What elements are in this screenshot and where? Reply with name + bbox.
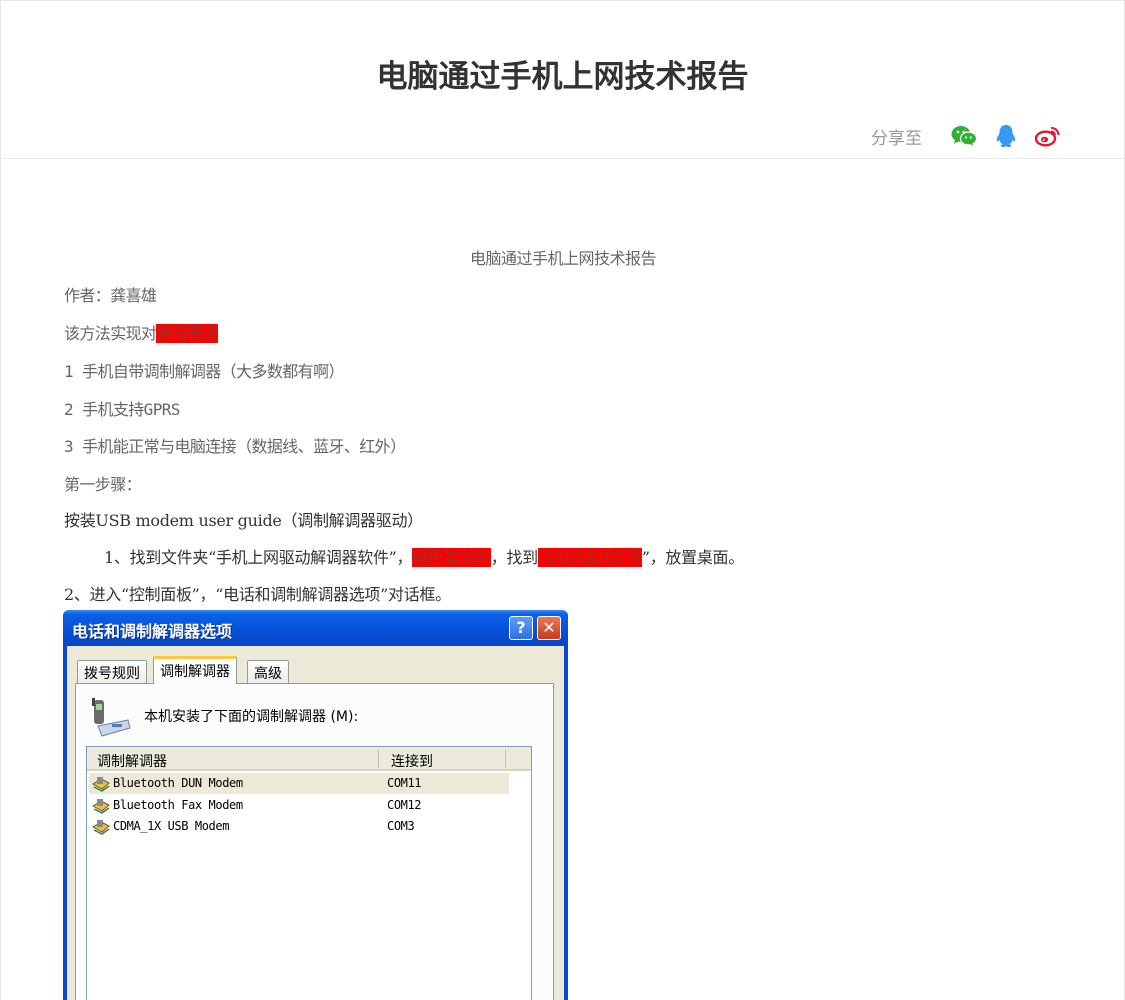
step1-line: 1、找到文件夹“手机上网驱动解调器软件”，解压其文件，找到“DRIVER文件”，… bbox=[104, 544, 744, 568]
column-header-port[interactable]: 连接到 bbox=[391, 751, 433, 771]
share-label: 分享至 bbox=[871, 128, 922, 149]
help-button[interactable]: ? bbox=[509, 616, 533, 640]
requirement-2: 2 手机支持GPRS bbox=[64, 400, 180, 419]
dialog-title: 电话和调制解调器选项 bbox=[72, 622, 233, 641]
article-title: 电脑通过手机上网技术报告 bbox=[469, 249, 657, 268]
modem-list: 调制解调器 连接到 Bluetooth DUN Modem COM11 Blue… bbox=[86, 746, 532, 1000]
page-title: 电脑通过手机上网技术报告 bbox=[376, 59, 749, 95]
tab-advanced[interactable]: 高级 bbox=[247, 660, 289, 683]
requirement-1: 1 手机自带调制解调器（大多数都有啊） bbox=[64, 362, 344, 381]
modem-name: CDMA_1X USB Modem bbox=[113, 819, 230, 833]
install-line: 按装USB modem user guide（调制解调器驱动） bbox=[64, 511, 423, 530]
modems-panel: 本机安装了下面的调制解调器 (M): 调制解调器 连接到 Bluetooth D… bbox=[75, 683, 554, 1000]
step1-text-a: 1、找到文件夹“手机上网驱动解调器软件”， bbox=[104, 548, 413, 567]
wechat-icon bbox=[951, 126, 977, 146]
modem-name: Bluetooth Fax Modem bbox=[113, 798, 243, 812]
page-header: 电脑通过手机上网技术报告 分享至 bbox=[1, 1, 1124, 159]
modem-row[interactable]: Bluetooth Fax Modem COM12 bbox=[89, 795, 509, 816]
share-bar: 分享至 bbox=[871, 123, 1062, 149]
intro-highlight: 手机要求 bbox=[156, 324, 219, 343]
modem-list-header: 调制解调器 连接到 bbox=[87, 747, 531, 771]
author-line: 作者：龚喜雄 bbox=[64, 286, 157, 305]
weibo-share-button[interactable] bbox=[1034, 123, 1062, 149]
modem-icon bbox=[92, 820, 110, 835]
modem-icon bbox=[92, 777, 110, 792]
installed-modems-label: 本机安装了下面的调制解调器 (M): bbox=[144, 709, 359, 725]
modem-icon bbox=[92, 799, 110, 814]
step1-highlight-driver: “DRIVER文件 bbox=[537, 548, 642, 567]
dialog-titlebar: 电话和调制解调器选项 ? ✕ bbox=[63, 610, 568, 646]
column-divider[interactable] bbox=[505, 750, 506, 768]
requirement-3: 3 手机能正常与电脑连接（数据线、蓝牙、红外） bbox=[64, 437, 406, 456]
phone-modem-icon bbox=[92, 698, 131, 737]
dialog-body: 拨号规则 调制解调器 高级 本机安装了下面的调制解调器 (M): 调制解调器 连… bbox=[67, 646, 564, 1000]
modem-port: COM12 bbox=[387, 798, 422, 812]
tab-dialing-rules[interactable]: 拨号规则 bbox=[77, 660, 147, 683]
weibo-icon bbox=[1035, 127, 1060, 147]
modem-row[interactable]: Bluetooth DUN Modem COM11 bbox=[89, 773, 509, 794]
wechat-share-button[interactable] bbox=[950, 123, 978, 149]
step2-line: 2、进入“控制面板”，“电话和调制解调器选项”对话框。 bbox=[64, 585, 451, 604]
qq-icon bbox=[996, 125, 1016, 148]
qq-share-button[interactable] bbox=[992, 123, 1020, 149]
modem-port: COM3 bbox=[387, 819, 415, 833]
tab-modems[interactable]: 调制解调器 bbox=[153, 656, 237, 684]
step1-heading: 第一步骤： bbox=[64, 475, 142, 494]
close-button[interactable]: ✕ bbox=[537, 616, 561, 640]
modem-options-screenshot: 电话和调制解调器选项 ? ✕ 拨号规则 调制解调器 高级 本机安装了下面的调制解… bbox=[63, 610, 568, 1000]
column-header-modem[interactable]: 调制解调器 bbox=[97, 751, 167, 771]
step1-text-b: ，找到 bbox=[490, 548, 538, 567]
modem-name: Bluetooth DUN Modem bbox=[113, 776, 243, 790]
intro-text: 该方法实现对 bbox=[64, 324, 157, 343]
column-divider[interactable] bbox=[378, 750, 379, 768]
modem-port: COM11 bbox=[387, 776, 422, 790]
step1-text-c: ”，放置桌面。 bbox=[641, 548, 744, 567]
intro-line: 该方法实现对手机要求 bbox=[64, 320, 219, 344]
modem-row[interactable]: CDMA_1X USB Modem COM3 bbox=[89, 816, 509, 837]
step1-highlight-unzip: 解压其文件 bbox=[412, 548, 491, 567]
